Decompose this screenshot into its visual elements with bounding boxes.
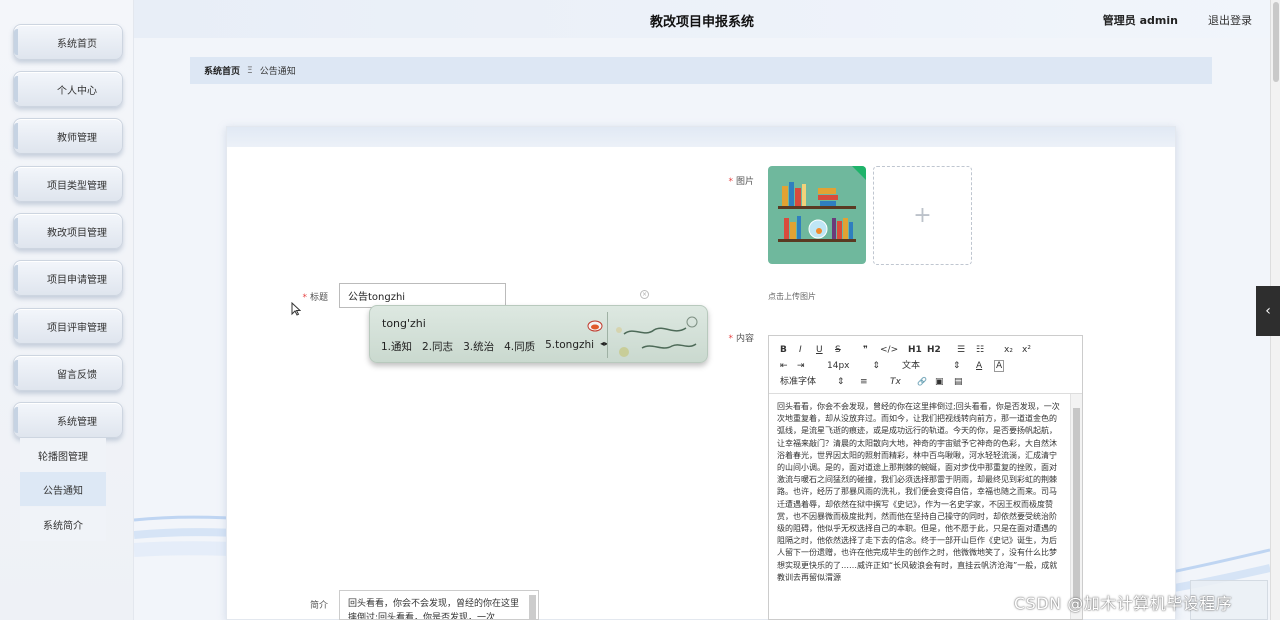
sidebar-item-reviews[interactable]: 项目评审管理 [13, 308, 123, 344]
h1-button[interactable]: H1 [908, 344, 922, 356]
sidebar-item-profile[interactable]: 个人中心 [13, 71, 123, 107]
chevron-down-icon: ⇕ [952, 361, 961, 371]
ime-candidate[interactable]: 1.通知 [381, 339, 412, 354]
align-button[interactable]: ≡ [860, 376, 868, 388]
sidebar-item-label: 教师管理 [57, 132, 97, 144]
ime-candidate[interactable]: 3.统治 [463, 339, 494, 354]
logout-link[interactable]: 退出登录 [1208, 12, 1252, 28]
content-label: * 内容 [728, 334, 754, 344]
sidebar-item-label: 项目申请管理 [47, 274, 107, 286]
sidebar-item-label: 教改项目管理 [47, 227, 107, 239]
clear-format-button[interactable]: Tx [890, 376, 901, 388]
intro-scrollbar[interactable] [529, 595, 536, 619]
form-card-header [227, 127, 1175, 147]
ime-candidate[interactable]: 2.同志 [422, 339, 453, 354]
mouse-cursor-icon [291, 302, 301, 316]
sidebar-item-label: 系统管理 [57, 416, 97, 428]
italic-button[interactable]: I [799, 344, 802, 356]
strikethrough-button[interactable]: S [835, 344, 841, 356]
font-family-select[interactable]: 标准字体 ⇕ [780, 376, 844, 388]
breadcrumb: 系统首页 Ξ 公告通知 [190, 57, 1212, 84]
sidebar-item-applications[interactable]: 项目申请管理 [13, 260, 123, 296]
editor-scrollbar[interactable] [1070, 394, 1082, 619]
sidebar-subitem-notices[interactable]: 公告通知 [20, 472, 106, 506]
quote-button[interactable]: ❞ [863, 344, 868, 356]
uploaded-image[interactable] [768, 166, 866, 264]
sidebar-item-home[interactable]: 系统首页 [13, 24, 123, 60]
bold-button[interactable]: B [780, 344, 787, 356]
outdent-button[interactable]: ⇤ [780, 360, 788, 372]
font-color-button[interactable]: A [976, 360, 982, 372]
page-scroll-thumb[interactable] [1273, 2, 1279, 82]
ime-decoration-art [616, 316, 698, 357]
editor-toolbar: B I U S ❞ </> H1 H2 ☰ ☷ x₂ x² ⇤ ⇥ 14px ⇕… [769, 336, 1082, 394]
h2-button[interactable]: H2 [927, 344, 941, 356]
font-size-select[interactable]: 14px ⇕ [827, 360, 880, 372]
selected-corner-badge [852, 166, 866, 180]
ordered-list-button[interactable]: ☰ [957, 344, 965, 356]
image-button[interactable]: ▣ [935, 376, 944, 388]
chevron-down-icon: ⇕ [836, 377, 845, 387]
ime-logo-icon [587, 320, 603, 332]
sidebar-item-label: 系统首页 [57, 38, 97, 50]
top-header: 教改项目申报系统 管理员 admin 退出登录 [134, 0, 1270, 38]
sidebar: 系统首页 个人中心 教师管理 项目类型管理 教改项目管理 项目申请管理 项目评审… [0, 0, 134, 620]
editor-scroll-thumb[interactable] [1073, 408, 1080, 608]
add-image-button[interactable]: + [873, 166, 972, 265]
sidebar-subitem-carousel[interactable]: 轮播图管理 [20, 438, 106, 472]
bullet-list-button[interactable]: ☷ [976, 344, 984, 356]
rich-text-editor: B I U S ❞ </> H1 H2 ☰ ☷ x₂ x² ⇤ ⇥ 14px ⇕… [768, 335, 1083, 620]
sidebar-item-label: 留言反馈 [57, 369, 97, 381]
upload-hint: 点击上传图片 [768, 292, 816, 301]
sidebar-item-reform-projects[interactable]: 教改项目管理 [13, 213, 123, 249]
breadcrumb-current: 公告通知 [259, 67, 296, 77]
ime-pinyin: tong'zhi [382, 317, 426, 330]
sidebar-item-label: 项目评审管理 [47, 322, 107, 334]
watermark: CSDN @加木计算机毕设程序 [1014, 594, 1233, 613]
plus-icon: + [913, 203, 932, 228]
breadcrumb-separator: Ξ [247, 65, 253, 76]
link-button[interactable]: 🔗 [917, 376, 927, 388]
sidebar-item-label: 项目类型管理 [47, 180, 107, 192]
background-color-button[interactable]: A [994, 360, 1005, 372]
sidebar-subitem-about[interactable]: 系统简介 [20, 507, 106, 541]
underline-button[interactable]: U [816, 344, 823, 356]
ime-candidate[interactable]: 5.tongzhi [545, 339, 594, 354]
image-label: * 图片 [728, 177, 754, 187]
chevron-left-icon[interactable]: ‹ [1256, 286, 1280, 336]
video-button[interactable]: ▤ [954, 376, 963, 388]
ime-candidates: 1.通知 2.同志 3.统治 4.同质 5.tongzhi ◂▸ [381, 339, 608, 354]
code-button[interactable]: </> [880, 344, 898, 356]
indent-button[interactable]: ⇥ [797, 360, 805, 372]
current-user: 管理员 admin [1102, 14, 1178, 27]
format-select[interactable]: 文本 ⇕ [902, 360, 960, 372]
intro-text: 回头看看，你会不会发现，曾经的你在这里摔倒过;回头看看，你是否发现，一次 [348, 599, 520, 620]
ime-candidate[interactable]: 4.同质 [504, 339, 535, 354]
sidebar-item-teachers[interactable]: 教师管理 [13, 118, 123, 154]
subscript-button[interactable]: x₂ [1004, 344, 1013, 356]
ime-candidate-window: tong'zhi 1.通知 2.同志 3.统治 4.同质 5.tongzhi ◂… [369, 305, 708, 363]
superscript-button[interactable]: x² [1022, 344, 1031, 356]
ime-divider [607, 312, 608, 358]
sidebar-item-system[interactable]: 系统管理 [13, 402, 123, 438]
sidebar-item-label: 个人中心 [57, 85, 97, 97]
intro-label: 简介 [309, 601, 328, 611]
bookshelf-image [778, 182, 856, 242]
breadcrumb-home[interactable]: 系统首页 [204, 64, 240, 77]
page-title: 教改项目申报系统 [649, 15, 754, 30]
intro-textarea[interactable]: 回头看看，你会不会发现，曾经的你在这里摔倒过;回头看看，你是否发现，一次 [339, 590, 539, 620]
sidebar-item-feedback[interactable]: 留言反馈 [13, 355, 123, 391]
clear-icon[interactable]: × [640, 290, 649, 299]
chevron-down-icon: ⇕ [872, 361, 880, 371]
editor-content[interactable]: 回头看看，你会不会发现，曾经的你在这里摔倒过;回头看看，你是否发现，一次次地重复… [769, 394, 1070, 619]
sidebar-item-project-types[interactable]: 项目类型管理 [13, 166, 123, 202]
